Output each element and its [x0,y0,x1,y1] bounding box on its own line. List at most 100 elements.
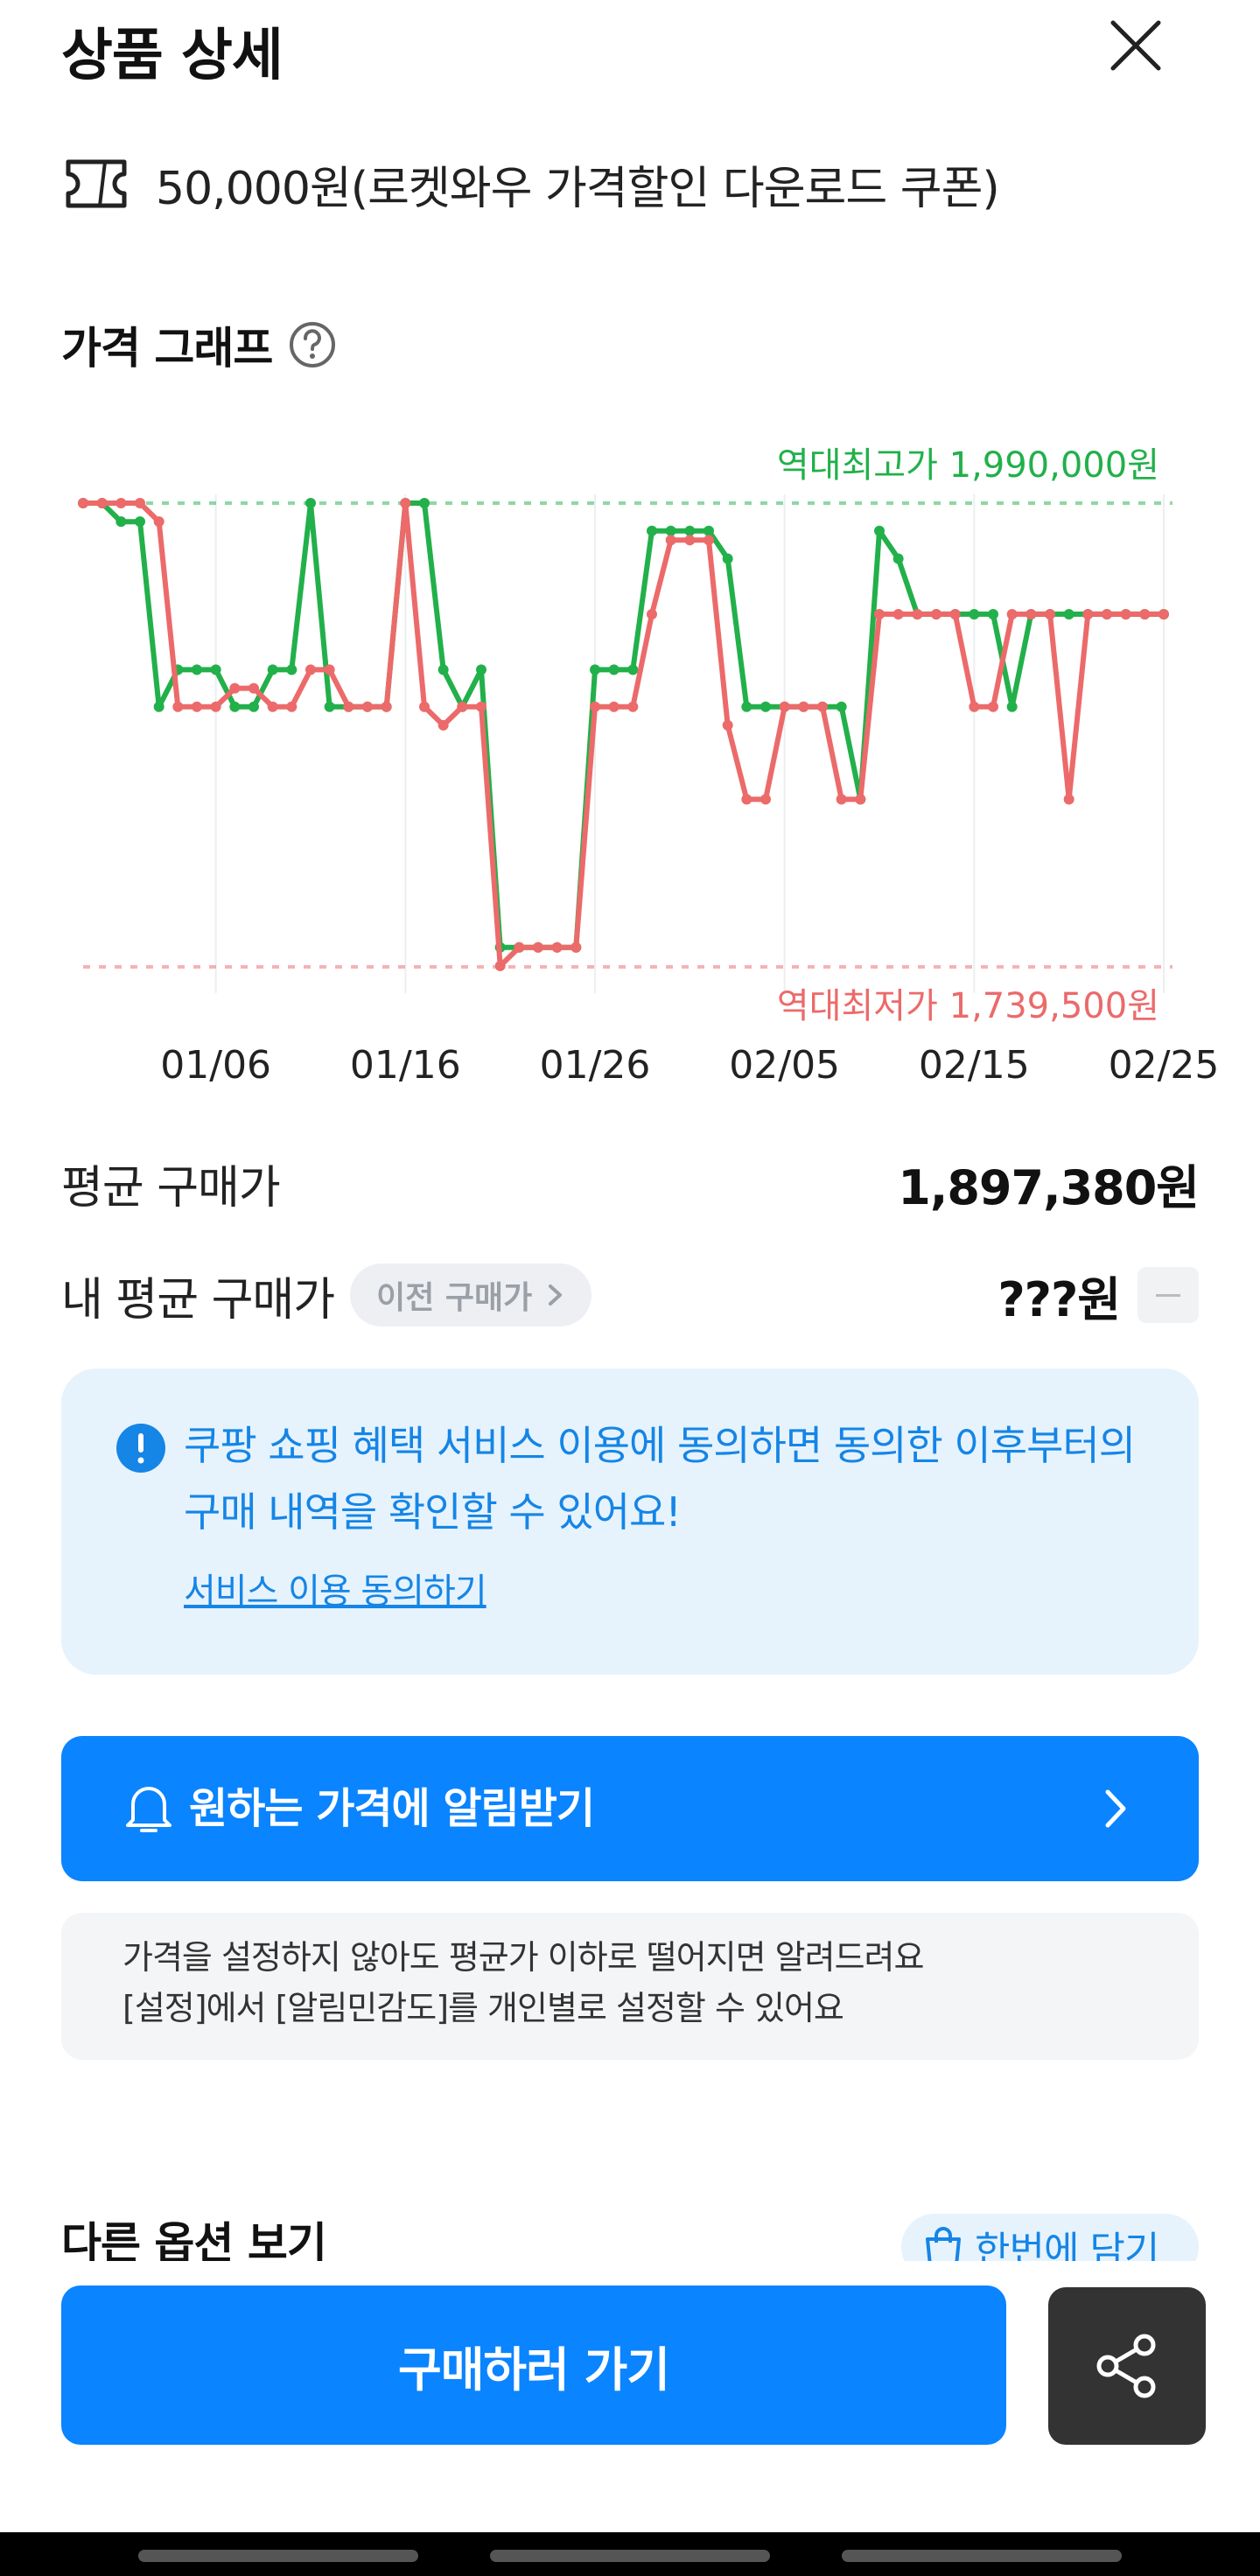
info-text: 쿠팡 쇼핑 혜택 서비스 이용에 동의하면 동의한 이후부터의 구매 내역을 확… [184,1422,1136,1536]
data-point [779,701,790,712]
data-point [438,719,449,731]
share-icon [1096,2334,1156,2398]
data-point [704,525,714,536]
data-point [1082,608,1094,620]
bell-icon [126,1787,172,1832]
nav-handle [490,2550,770,2562]
data-point [229,682,241,694]
service-agree-link[interactable]: 서비스 이용 동의하기 [184,1563,487,1614]
data-point [627,701,639,712]
data-point [647,525,657,536]
alert-note: 가격을 설정하지 않아도 평균가 이하로 떨어지면 알려드려요 [설정]에서 [… [61,1913,1199,2060]
buy-button[interactable]: 구매하러 가기 [61,2286,1006,2445]
data-point [116,516,127,528]
price-alert-button[interactable]: 원하는 가격에 알림받기 [61,1736,1199,1881]
data-point [248,682,259,694]
data-point [570,942,582,953]
x-tick-label: 02/15 [919,1043,1030,1088]
data-point [722,719,733,731]
min-price-label: 역대최저가 1,739,500원 [777,986,1159,1026]
ticket-icon [66,159,127,208]
series-line-1 [83,500,1164,969]
info-icon [116,1424,165,1473]
data-point [969,701,980,712]
data-point [912,608,923,620]
data-point [969,608,980,620]
share-button[interactable] [1048,2287,1206,2445]
data-point [1139,608,1151,620]
data-point [476,664,486,676]
close-icon[interactable] [1104,14,1167,77]
my-avg-price-label: 내 평균 구매가 [61,1273,335,1326]
system-nav-bar [0,2532,1260,2576]
data-point [836,794,847,805]
data-point [1063,608,1074,620]
data-point [381,701,392,712]
data-point [324,664,335,676]
max-price-label: 역대최고가 1,990,000원 [777,445,1159,486]
price-chart-svg: 역대최고가 1,990,000원역대최저가 1,739,500원 01/06 01/… [78,445,1219,1088]
data-point [172,701,184,712]
info-box: 쿠팡 쇼핑 혜택 서비스 이용에 동의하면 동의한 이후부터의 구매 내역을 확… [61,1368,1199,1675]
data-point [192,701,202,712]
data-point [267,701,278,712]
series-line-0 [83,500,1164,950]
data-point [135,516,145,528]
data-point [362,701,373,712]
x-tick-label: 01/06 [160,1043,271,1088]
prev-purchase-label: 이전 구매가 [376,1280,533,1316]
chevron-right-icon [549,1284,563,1306]
other-options-title: 다른 옵션 보기 [61,2218,326,2264]
data-point [210,701,221,712]
avg-price-row: 평균 구매가 1,897,380원 [61,1148,1200,1218]
header: 상품 상세 [0,0,1260,96]
data-point [608,701,620,712]
page-title: 상품 상세 [61,24,284,88]
data-point [419,701,430,712]
data-point [931,608,942,620]
data-point [590,701,600,712]
data-point [647,608,657,620]
data-point [949,608,961,620]
prev-purchase-button[interactable]: 이전 구매가 [350,1264,592,1326]
data-point [267,664,278,676]
data-point [874,608,885,620]
coupon-text: 50,000원(로켓와우 가격할인 다운로드 쿠폰) [156,162,1000,215]
data-point [684,525,696,536]
data-point [419,498,430,508]
price-chart: 역대최고가 1,990,000원 역대최저가 1,739,500원 01/06 01/… [0,420,1260,1102]
data-point [343,701,354,712]
data-point [855,794,866,805]
data-point [665,525,676,536]
note-line-2: [설정]에서 [알림민감도]를 개인별로 설정할 수 있어요 [122,1989,844,2027]
bottom-action-bar: 구매하러 가기 [0,2261,1260,2532]
data-point [1102,608,1112,620]
nav-handle [138,2550,418,2562]
data-point [438,664,449,676]
data-point [305,664,316,676]
data-point [551,942,563,953]
data-point [533,942,543,953]
data-point [741,794,752,805]
my-avg-price-row: 내 평균 구매가 이전 구매가 ???원 [61,1260,1199,1330]
dash-badge [1138,1267,1199,1323]
data-point [135,498,145,508]
data-point [722,553,733,564]
chevron-right-icon [1105,1789,1126,1828]
data-point [514,942,525,953]
data-point [476,701,486,712]
data-point [590,664,600,676]
x-tick-label: 02/05 [729,1043,840,1088]
coupon-row: 50,000원(로켓와우 가격할인 다운로드 쿠폰) [61,149,1000,219]
data-point [892,608,904,620]
data-point [286,701,298,712]
question-circle-icon[interactable] [288,320,337,369]
avg-price-value: 1,897,380원 [898,1159,1200,1215]
avg-price-label: 평균 구매가 [61,1161,281,1214]
data-point [1158,608,1169,620]
data-point [608,664,620,676]
my-avg-price-value: ???원 [998,1271,1121,1327]
data-point [874,525,885,536]
data-point [1026,608,1037,620]
data-point [1045,608,1055,620]
